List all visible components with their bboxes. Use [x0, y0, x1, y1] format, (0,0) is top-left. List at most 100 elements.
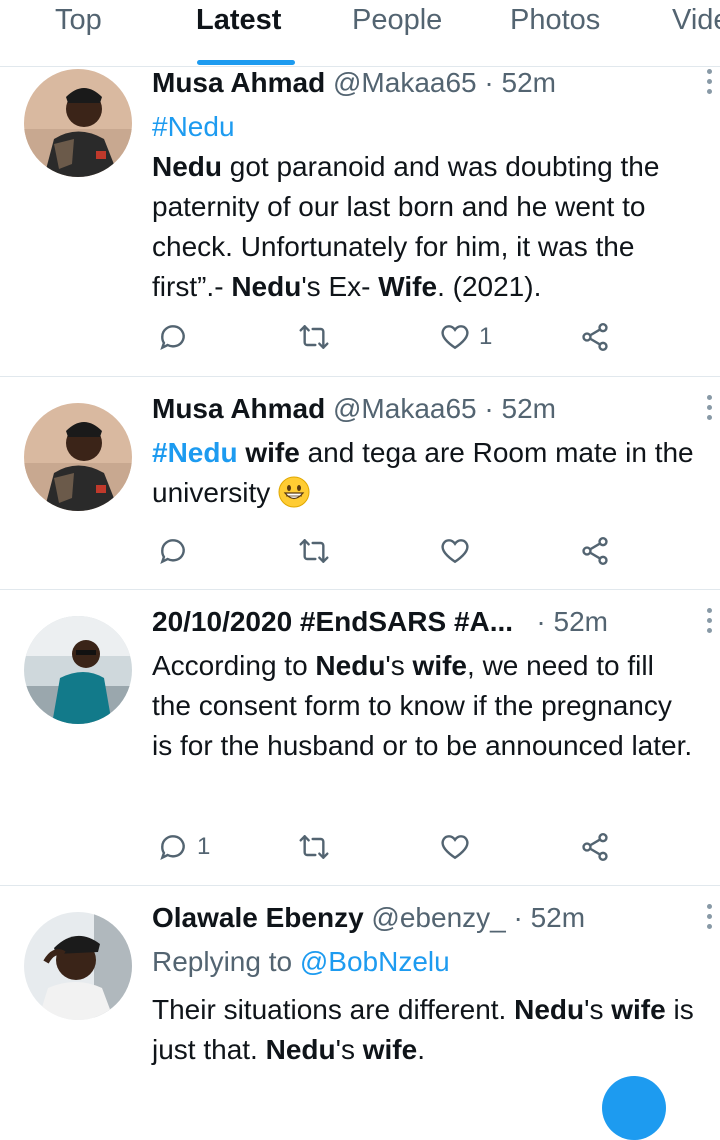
text-bold: wife	[245, 437, 300, 468]
text-bold: wife	[362, 1034, 418, 1065]
tweet-actions: 1	[152, 827, 632, 867]
reply-button[interactable]	[157, 531, 189, 571]
tweet-text: According to Nedu's wife, we need to fil…	[152, 646, 697, 766]
like-button[interactable]	[439, 827, 471, 867]
display-name[interactable]: Olawale Ebenzy	[152, 902, 364, 933]
mention-link[interactable]: @BobNzelu	[300, 946, 450, 977]
timestamp[interactable]: 52m	[554, 606, 608, 637]
more-options-icon[interactable]	[707, 395, 713, 425]
tweet-text: #Nedu wife and tega are Room mate in the…	[152, 433, 697, 513]
tweet-header: 20/10/2020 #EndSARS #A... · 52m	[152, 606, 712, 646]
text-span: Their situations are different.	[152, 994, 515, 1025]
text-span: 's Ex-	[301, 271, 379, 302]
handle[interactable]: @ebenzy_	[371, 902, 505, 933]
timestamp[interactable]: 52m	[502, 67, 556, 98]
like-button[interactable]: 1	[439, 317, 492, 357]
text-bold: Nedu	[315, 650, 386, 681]
avatar[interactable]	[24, 912, 132, 1020]
more-options-icon[interactable]	[707, 904, 713, 934]
share-icon	[582, 833, 608, 861]
retweet-button[interactable]	[297, 827, 331, 867]
reply-icon	[160, 325, 185, 351]
tab-photos[interactable]: Photos	[510, 4, 600, 37]
tweet-content: Musa Ahmad @Makaa65 · 52m #Nedu wife and…	[152, 393, 712, 513]
share-icon	[582, 323, 608, 351]
active-tab-indicator	[197, 60, 295, 65]
tweet[interactable]: Musa Ahmad @Makaa65 · 52m #Nedu Nedu got…	[0, 67, 720, 377]
tab-videos[interactable]: Videos	[672, 4, 720, 37]
heart-icon	[441, 835, 469, 860]
reply-icon	[160, 835, 185, 861]
tweet-content: Musa Ahmad @Makaa65 · 52m #Nedu Nedu got…	[152, 67, 712, 307]
reply-icon	[160, 539, 185, 565]
text-bold: Nedu	[265, 1034, 336, 1065]
display-name[interactable]: 20/10/2020 #EndSARS #A...	[152, 606, 513, 637]
retweet-icon	[299, 835, 329, 859]
handle[interactable]: @Makaa65	[333, 67, 477, 98]
tweet-header: Musa Ahmad @Makaa65 · 52m	[152, 67, 712, 107]
text-span: 's	[584, 994, 612, 1025]
retweet-icon	[299, 325, 329, 349]
separator-dot: ·	[536, 606, 546, 637]
text-bold: wife	[412, 650, 468, 681]
text-span: .	[417, 1034, 425, 1065]
separator-dot: ·	[484, 393, 494, 424]
retweet-icon	[299, 539, 329, 563]
replying-label: Replying to	[152, 946, 300, 977]
reply-count: 1	[197, 833, 211, 860]
retweet-button[interactable]	[297, 317, 331, 357]
like-count: 1	[479, 323, 493, 350]
tab-top[interactable]: Top	[55, 4, 102, 37]
retweet-button[interactable]	[297, 531, 331, 571]
text-bold: wife	[611, 994, 666, 1025]
handle[interactable]: @Makaa65	[333, 393, 477, 424]
tweet[interactable]: Musa Ahmad @Makaa65 · 52m #Nedu wife and…	[0, 377, 720, 590]
tweet-header: Musa Ahmad @Makaa65 · 52m	[152, 393, 712, 433]
share-button[interactable]	[579, 827, 611, 867]
heart-icon	[441, 539, 469, 564]
separator-dot: ·	[484, 67, 494, 98]
tweet[interactable]: 20/10/2020 #EndSARS #A... · 52m Accordin…	[0, 590, 720, 886]
separator-dot: ·	[513, 902, 523, 933]
share-button[interactable]	[579, 531, 611, 571]
avatar[interactable]	[24, 403, 132, 511]
tweet-actions	[152, 531, 632, 571]
hashtag[interactable]: #Nedu	[152, 111, 235, 142]
hashtag[interactable]: #Nedu	[152, 437, 238, 468]
tab-latest[interactable]: Latest	[196, 4, 281, 37]
text-span: 's	[385, 650, 413, 681]
text-span: According to	[152, 650, 316, 681]
tweet-content: 20/10/2020 #EndSARS #A... · 52m Accordin…	[152, 606, 712, 766]
replying-to: Replying to @BobNzelu	[152, 942, 697, 982]
reply-button[interactable]	[157, 317, 189, 357]
share-icon	[582, 537, 608, 565]
tweet-content: Olawale Ebenzy @ebenzy_ · 52m Replying t…	[152, 902, 712, 1070]
tweet-header: Olawale Ebenzy @ebenzy_ · 52m	[152, 902, 712, 942]
timestamp[interactable]: 52m	[502, 393, 556, 424]
tweet-text: Their situations are different. Nedu's w…	[152, 990, 697, 1070]
heart-icon	[441, 325, 469, 350]
more-options-icon[interactable]	[707, 608, 713, 638]
display-name[interactable]: Musa Ahmad	[152, 67, 325, 98]
reply-button[interactable]: 1	[157, 827, 210, 867]
grinning-face-emoji	[278, 476, 310, 508]
text-span: . (2021).	[437, 271, 542, 302]
tweet-actions: 1	[152, 317, 632, 357]
text-span: 's	[335, 1034, 363, 1065]
display-name[interactable]: Musa Ahmad	[152, 393, 325, 424]
text-bold: Nedu	[152, 151, 222, 182]
tweet-text: #Nedu Nedu got paranoid and was doubting…	[152, 107, 697, 307]
tweet[interactable]: Olawale Ebenzy @ebenzy_ · 52m Replying t…	[0, 886, 720, 1140]
text-bold: Nedu	[514, 994, 585, 1025]
search-tabs: Top Latest People Photos Videos	[0, 0, 720, 67]
text-bold: Wife	[378, 271, 438, 302]
timestamp[interactable]: 52m	[531, 902, 585, 933]
more-options-icon[interactable]	[707, 69, 713, 99]
like-button[interactable]	[439, 531, 471, 571]
tab-people[interactable]: People	[352, 4, 442, 37]
share-button[interactable]	[579, 317, 611, 357]
avatar[interactable]	[24, 616, 132, 724]
compose-fab-edge[interactable]	[602, 1076, 666, 1140]
avatar[interactable]	[24, 69, 132, 177]
text-bold: Nedu	[231, 271, 302, 302]
